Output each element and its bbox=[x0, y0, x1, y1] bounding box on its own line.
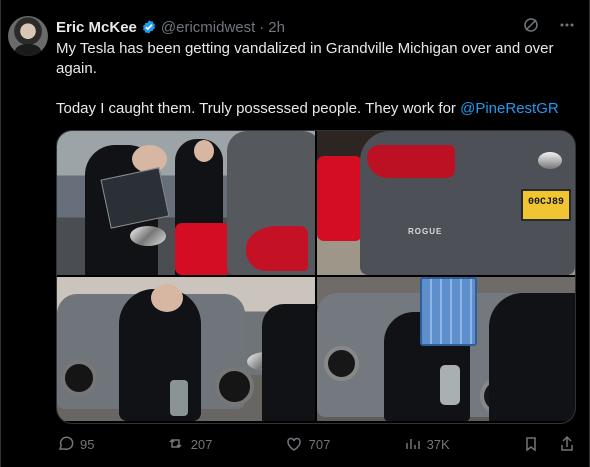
repost-count: 207 bbox=[190, 436, 213, 452]
left-divider bbox=[0, 0, 1, 467]
photo-3[interactable] bbox=[57, 277, 315, 421]
post-text-second-line: Today I caught them. Truly possessed peo… bbox=[56, 100, 461, 117]
post-text: My Tesla has been getting vandalized in … bbox=[56, 39, 576, 119]
post-secondary-actions bbox=[522, 435, 576, 453]
reply-button[interactable]: 95 bbox=[56, 435, 94, 453]
repost-icon bbox=[167, 435, 185, 453]
media-grid: 00CJ89 ROGUE bbox=[56, 130, 576, 424]
more-icon[interactable] bbox=[558, 16, 576, 34]
top-actions bbox=[522, 16, 576, 34]
like-icon bbox=[285, 435, 303, 453]
views-button[interactable]: 37K bbox=[403, 435, 450, 453]
views-count: 37K bbox=[426, 436, 450, 452]
reply-icon bbox=[56, 435, 74, 453]
grok-icon[interactable] bbox=[522, 16, 540, 34]
verified-badge-icon bbox=[141, 19, 157, 35]
like-count: 707 bbox=[308, 436, 331, 452]
post-time[interactable]: 2h bbox=[268, 19, 285, 36]
post-text-line: Today I caught them. Truly possessed peo… bbox=[56, 99, 576, 119]
like-button[interactable]: 707 bbox=[285, 435, 331, 453]
reply-count: 95 bbox=[80, 436, 95, 452]
bookmark-icon[interactable] bbox=[522, 435, 540, 453]
license-plate: 00CJ89 bbox=[521, 189, 571, 221]
photo-1[interactable] bbox=[57, 131, 315, 275]
author-handle[interactable]: @ericmidwest bbox=[161, 19, 255, 36]
photo-4[interactable] bbox=[317, 277, 575, 421]
post-actions: 95 207 707 37K bbox=[56, 434, 576, 454]
photo-2[interactable]: 00CJ89 ROGUE bbox=[317, 131, 575, 275]
author-name[interactable]: Eric McKee bbox=[56, 19, 137, 36]
post-text-line: My Tesla has been getting vandalized in … bbox=[56, 40, 554, 77]
vehicle-model-label: ROGUE bbox=[408, 227, 443, 236]
repost-button[interactable]: 207 bbox=[167, 435, 213, 453]
share-icon[interactable] bbox=[558, 435, 576, 453]
views-icon bbox=[403, 435, 421, 453]
separator-dot: · bbox=[259, 18, 265, 36]
post-header: Eric McKee @ericmidwest · 2h bbox=[56, 17, 535, 37]
avatar[interactable] bbox=[8, 16, 48, 56]
mention-link[interactable]: @PineRestGR bbox=[460, 100, 559, 117]
